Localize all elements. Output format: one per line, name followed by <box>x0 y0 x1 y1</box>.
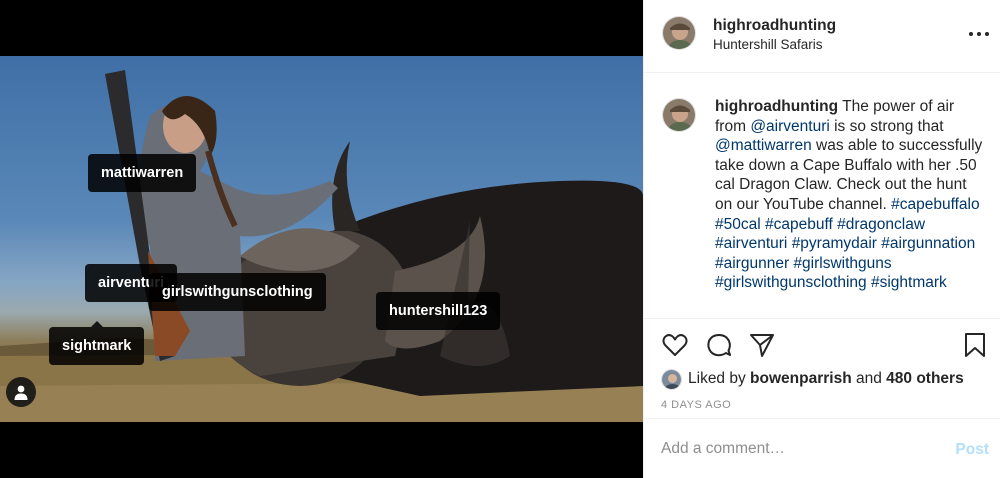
likes-summary: Liked by bowenparrish and 480 others <box>661 368 964 390</box>
likes-prefix: Liked by <box>688 370 751 387</box>
mention-mattiwarren[interactable]: @mattiwarren <box>715 137 812 154</box>
more-options-icon[interactable] <box>969 24 989 44</box>
post-media: mattiwarren airventuri girlswithgunsclot… <box>0 0 643 478</box>
profile-picture <box>663 99 695 131</box>
likes-conjunction: and <box>851 370 887 387</box>
avatar[interactable] <box>662 98 696 132</box>
photo-tag-mattiwarren[interactable]: mattiwarren <box>88 154 197 192</box>
bookmark-icon[interactable] <box>961 331 989 359</box>
hashtag[interactable]: #airgunner <box>715 255 789 272</box>
photo-illustration <box>0 70 643 422</box>
comment-input[interactable] <box>661 437 931 461</box>
post-author-username[interactable]: highroadhunting <box>713 17 836 35</box>
hashtag[interactable]: #girlswithgunsclothing <box>715 274 867 291</box>
hashtag[interactable]: #capebuffalo <box>891 196 980 213</box>
hashtag[interactable]: #girlswithguns <box>793 255 891 272</box>
liker-profile-picture <box>662 369 681 389</box>
comment-form: Post <box>644 419 1000 478</box>
post-header: highroadhunting Huntershill Safaris <box>644 0 1000 73</box>
profile-picture <box>663 17 695 49</box>
post-location[interactable]: Huntershill Safaris <box>713 37 823 52</box>
hashtag[interactable]: #50cal <box>715 216 761 233</box>
hashtag[interactable]: #pyramydair <box>792 235 877 252</box>
caption-text-part: is so strong that <box>829 117 944 135</box>
post-comment-button[interactable]: Post <box>955 441 989 459</box>
heart-icon[interactable] <box>661 331 689 359</box>
photo-tag-girlswithgunsclothing[interactable]: girlswithgunsclothing <box>149 273 326 311</box>
post-photo[interactable]: mattiwarren airventuri girlswithgunsclot… <box>0 56 643 422</box>
paper-plane-icon[interactable] <box>748 331 776 359</box>
hashtag[interactable]: #airventuri <box>715 235 787 252</box>
caption-username[interactable]: highroadhunting <box>715 98 838 115</box>
hashtag[interactable]: #airgunnation <box>881 235 975 252</box>
post-actions: Liked by bowenparrish and 480 others 4 D… <box>644 319 1000 419</box>
mention-airventuri[interactable]: @airventuri <box>750 118 829 135</box>
likes-others-link[interactable]: 480 others <box>886 370 964 387</box>
user-tags-button[interactable] <box>6 377 36 407</box>
post-caption: highroadhunting The power of air from @a… <box>715 97 985 293</box>
caption-section: highroadhunting The power of air from @a… <box>644 73 1000 319</box>
likes-text: Liked by bowenparrish and 480 others <box>688 370 964 388</box>
comment-bubble-icon[interactable] <box>705 331 733 359</box>
photo-tag-huntershill123[interactable]: huntershill123 <box>376 292 501 330</box>
post-timestamp[interactable]: 4 DAYS AGO <box>661 399 731 411</box>
avatar[interactable] <box>662 16 696 50</box>
post-details-panel: highroadhunting Huntershill Safaris high… <box>643 0 1000 478</box>
photo-tag-sightmark[interactable]: sightmark <box>49 321 145 365</box>
hashtag[interactable]: #dragonclaw <box>837 216 925 233</box>
liker-username[interactable]: bowenparrish <box>750 370 852 387</box>
user-silhouette-icon <box>14 385 28 400</box>
hashtag[interactable]: #capebuff <box>765 216 833 233</box>
avatar[interactable] <box>661 368 682 390</box>
hashtag[interactable]: #sightmark <box>871 274 947 291</box>
